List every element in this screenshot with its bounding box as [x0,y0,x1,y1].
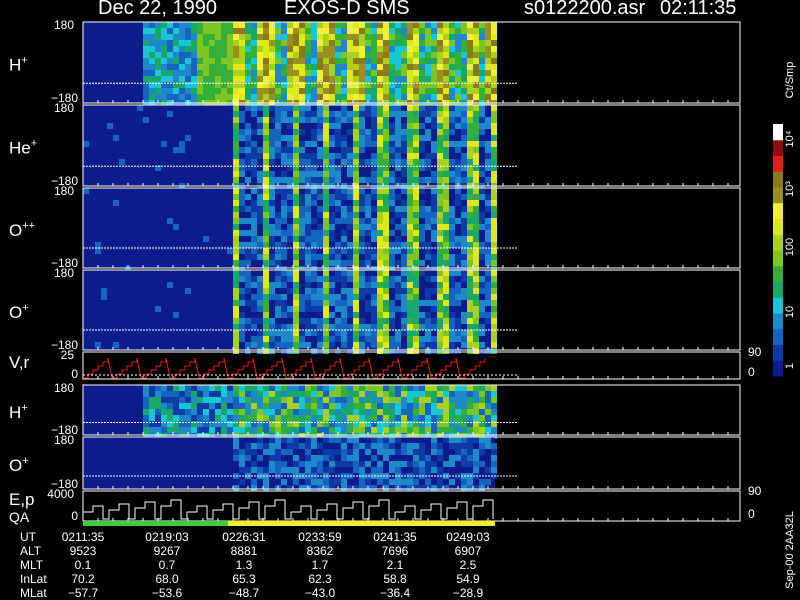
colorbar-tick-0: 1 [784,363,796,369]
xrow-ut-value: 0226:31 [222,530,266,544]
xrow-inlat-value: 54.9 [456,572,480,586]
qa-label: QA [9,509,30,525]
xrow-mlt-value: 2.5 [460,558,477,572]
xrow-mlt-value: 1.3 [236,558,253,572]
colorbar-tick-4: 10⁴ [784,130,796,147]
panel-1-label: H+ [9,55,28,75]
panel-3-label: O++ [9,220,35,240]
xrow-mlat-value: −53.6 [152,586,183,600]
panel-8-rtick-top: 90 [748,484,762,498]
xrow-mlt-value: 1.7 [312,558,329,572]
footer-tag: Sep-00 2AA32L [784,511,796,589]
panel-8-label: E,p [9,490,35,509]
qa-segment-yellow [228,521,495,526]
panel-6-pixels [83,385,517,439]
panel-3-ytick-top: 180 [54,184,74,198]
xrow-mlt-value: 2.1 [387,558,404,572]
xrow-mlat-name: MLat [20,586,47,600]
panel-1-pixels [83,22,517,106]
colorbar-tick-3: 10³ [784,181,796,197]
xrow-ut-value: 0233:59 [298,530,342,544]
panel-4-label: O+ [9,302,29,322]
xrow-alt-value: 6907 [455,544,482,558]
xrow-ut-value: 0249:03 [446,530,490,544]
panel-7-ytick-top: 180 [54,433,74,447]
xrow-ut-value: 0241:35 [373,530,417,544]
panel-5-rtick-top: 90 [748,345,762,359]
xrow-inlat-value: 68.0 [155,572,179,586]
colorbar [773,124,783,377]
panel-2-label: He+ [9,138,37,158]
panel-6-label: H+ [9,402,28,422]
xrow-alt-name: ALT [20,544,42,558]
xrow-ut-name: UT [20,530,37,544]
xrow-ut-value: 0219:03 [145,530,189,544]
ep-step-trace [82,499,494,520]
panel-8-rtick-bottom: 0 [748,507,755,521]
xrow-inlat-value: 58.8 [383,572,407,586]
xrow-mlat-value: −36.4 [380,586,411,600]
colorbar-label: Ct/Smp [784,62,796,99]
xrow-mlat-value: −48.7 [229,586,260,600]
xrow-alt-value: 8362 [307,544,334,558]
xrow-alt-value: 9267 [154,544,181,558]
colorbar-tick-1: 10 [784,306,796,318]
xrow-mlt-name: MLT [20,558,44,572]
panel-7-pixels [83,437,517,491]
vr-traces [83,357,517,379]
xrow-inlat-value: 62.3 [308,572,332,586]
panel-4-ytick-top: 180 [54,266,74,280]
xrow-alt-value: 7696 [382,544,409,558]
panel-8-ytick-top: 4000 [47,487,74,501]
panel-4-pixels [83,270,517,354]
spectrogram-plot: 180−180H+180−180He+180−180O++180−180O+25… [9,18,796,600]
xrow-mlt-value: 0.7 [159,558,176,572]
xrow-ut-value: 0211:35 [62,530,105,544]
xrow-alt-value: 8881 [231,544,258,558]
panel-7-label: O+ [9,455,29,475]
xrow-inlat-value: 65.3 [232,572,256,586]
panel-8-ytick-bottom: 0 [71,509,78,523]
xrow-inlat-value: 70.2 [71,572,95,586]
panel-2-ytick-top: 180 [54,101,74,115]
panel-2-pixels [83,105,517,189]
xrow-inlat-name: InLat [20,572,47,586]
colorbar-tick-2: 100 [784,238,796,256]
panel-3-pixels [83,188,517,272]
xrow-mlat-value: −28.9 [453,586,484,600]
xrow-mlat-value: −57.7 [68,586,99,600]
ep-traces [82,499,494,520]
panel-5-label: V,r [9,353,30,372]
xrow-alt-value: 9523 [70,544,97,558]
xrow-mlt-value: 0.1 [75,558,92,572]
qa-segment-green [83,521,228,526]
panel-5-ytick-top: 25 [61,348,75,362]
panel-1-ytick-top: 180 [54,18,74,32]
xrow-mlat-value: −43.0 [305,586,336,600]
panel-5-ytick-bottom: 0 [71,367,78,381]
panel-6-ytick-top: 180 [54,381,74,395]
panel-5-rtick-bottom: 0 [748,365,755,379]
